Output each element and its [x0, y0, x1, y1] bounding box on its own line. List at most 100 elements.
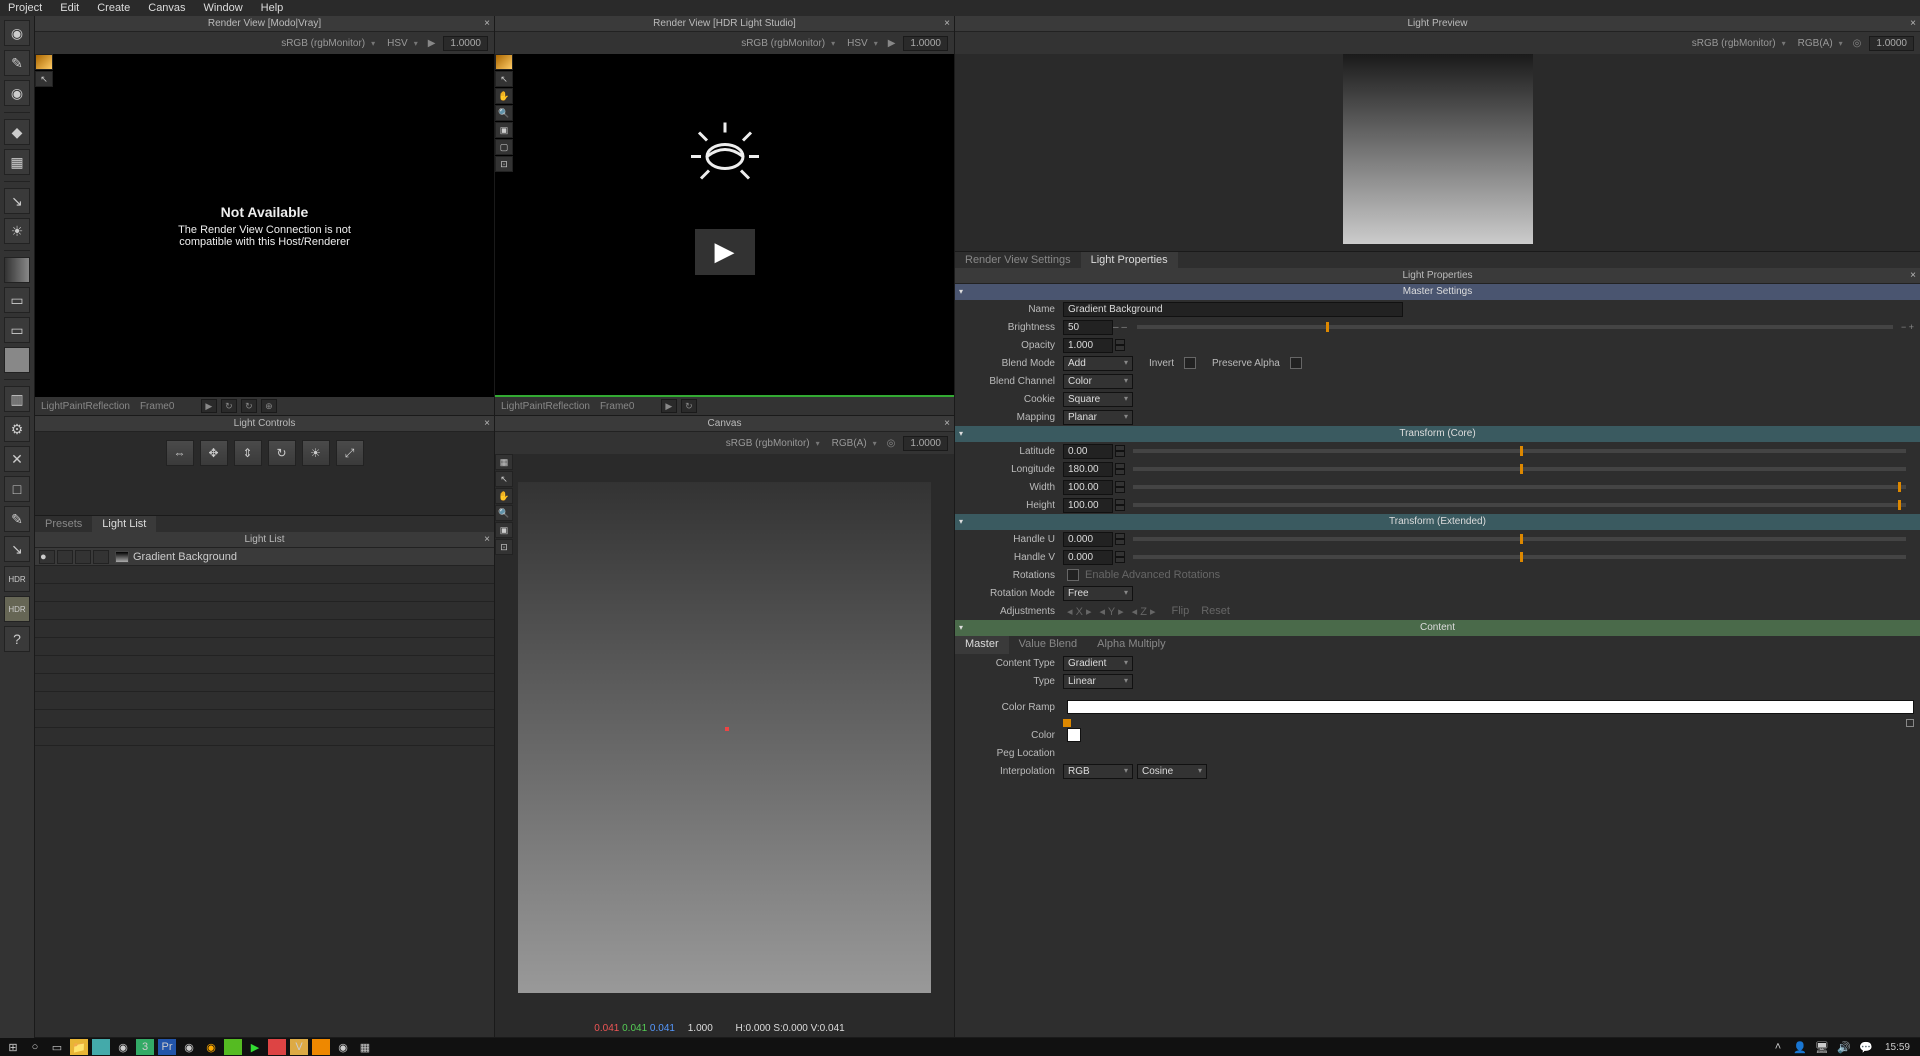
- start-icon[interactable]: ⊞: [4, 1039, 22, 1055]
- tool-arrow-icon[interactable]: ↘: [4, 536, 30, 562]
- tool-square-icon[interactable]: □: [4, 476, 30, 502]
- tool-close-icon[interactable]: ✕: [4, 446, 30, 472]
- frame-field[interactable]: 0: [629, 401, 659, 412]
- viewtool-fit-icon[interactable]: ▣: [495, 122, 513, 138]
- tab-alpha-multiply[interactable]: Alpha Multiply: [1087, 636, 1175, 654]
- close-icon[interactable]: ×: [944, 416, 950, 432]
- play-icon[interactable]: ▶: [201, 399, 217, 413]
- tool-help-icon[interactable]: ?: [4, 626, 30, 652]
- app9-icon[interactable]: V: [290, 1039, 308, 1055]
- advrot-checkbox[interactable]: [1067, 569, 1079, 581]
- close-icon[interactable]: ×: [484, 532, 490, 548]
- lc-rotate-icon[interactable]: ↻: [268, 440, 296, 466]
- refresh-icon[interactable]: ↻: [221, 399, 237, 413]
- exposure-field[interactable]: 1.0000: [1869, 36, 1914, 51]
- app11-icon[interactable]: ◉: [334, 1039, 352, 1055]
- light-list-row[interactable]: ● Gradient Background: [35, 548, 494, 566]
- menu-window[interactable]: Window: [204, 2, 243, 14]
- preservealpha-checkbox[interactable]: [1290, 357, 1302, 369]
- expand-icon[interactable]: ⊕: [261, 399, 277, 413]
- tool-hdr-button[interactable]: HDR: [4, 566, 30, 592]
- ll-vis-icon[interactable]: ●: [39, 550, 55, 564]
- close-icon[interactable]: ×: [1910, 16, 1916, 32]
- name-field[interactable]: Gradient Background: [1063, 302, 1403, 317]
- mode-dropdown[interactable]: HSV: [387, 38, 418, 49]
- mapping-dropdown[interactable]: Planar: [1063, 410, 1133, 425]
- tool-brush-icon[interactable]: ✎: [4, 50, 30, 76]
- tab-light-properties[interactable]: Light Properties: [1081, 252, 1178, 268]
- tool-picker-icon[interactable]: ↘: [4, 188, 30, 214]
- viewtool-hand-icon[interactable]: ✋: [495, 88, 513, 104]
- ctool-fit-icon[interactable]: ▣: [495, 522, 513, 538]
- menu-edit[interactable]: Edit: [60, 2, 79, 14]
- brightness-field[interactable]: 50: [1063, 320, 1113, 335]
- width-field[interactable]: 100.00: [1063, 480, 1113, 495]
- reflection-dropdown[interactable]: Reflection: [545, 401, 589, 412]
- tray-up-icon[interactable]: ˄: [1769, 1039, 1787, 1055]
- exposure-field[interactable]: 1.0000: [903, 436, 948, 451]
- tab-lightlist[interactable]: Light List: [92, 516, 156, 532]
- app12-icon[interactable]: ▦: [356, 1039, 374, 1055]
- latitude-field[interactable]: 0.00: [1063, 444, 1113, 459]
- lc-move2-icon[interactable]: ✥: [200, 440, 228, 466]
- blendmode-dropdown[interactable]: Add: [1063, 356, 1133, 371]
- close-icon[interactable]: ×: [484, 16, 490, 32]
- canvas-viewport[interactable]: [518, 482, 931, 992]
- tab-render-settings[interactable]: Render View Settings: [955, 252, 1081, 268]
- ctool-grid-icon[interactable]: ▦: [495, 454, 513, 470]
- reflection-dropdown[interactable]: Reflection: [85, 401, 129, 412]
- menu-canvas[interactable]: Canvas: [148, 2, 185, 14]
- viewtool-zoom-icon[interactable]: 🔍: [495, 105, 513, 121]
- channels-dropdown[interactable]: RGB(A): [1798, 38, 1843, 49]
- width-slider[interactable]: [1133, 485, 1906, 489]
- longitude-field[interactable]: 180.00: [1063, 462, 1113, 477]
- ll-cell[interactable]: [93, 550, 109, 564]
- play-icon[interactable]: ▶: [888, 38, 896, 49]
- color-swatch[interactable]: [1067, 728, 1081, 742]
- tab-value-blend[interactable]: Value Blend: [1009, 636, 1088, 654]
- app1-icon[interactable]: [92, 1039, 110, 1055]
- viewtool-100-icon[interactable]: ▢: [495, 139, 513, 155]
- exposure-field[interactable]: 1.0000: [443, 36, 488, 51]
- colorramp-widget[interactable]: [1067, 700, 1914, 714]
- colorspace-dropdown[interactable]: sRGB (rgbMonitor): [741, 38, 835, 49]
- type-dropdown[interactable]: Linear: [1063, 674, 1133, 689]
- handleu-field[interactable]: 0.000: [1063, 532, 1113, 547]
- app8-icon[interactable]: [268, 1039, 286, 1055]
- close-icon[interactable]: ×: [484, 416, 490, 432]
- lc-expand-icon[interactable]: ⤢: [336, 440, 364, 466]
- app6-icon[interactable]: [224, 1039, 242, 1055]
- tool-bucket-icon[interactable]: ◆: [4, 119, 30, 145]
- app2-icon[interactable]: 3: [136, 1039, 154, 1055]
- tool-panel1-icon[interactable]: ▭: [4, 287, 30, 313]
- tool-gradient1-icon[interactable]: [4, 257, 30, 283]
- play-icon[interactable]: ▶: [428, 38, 436, 49]
- tray-volume-icon[interactable]: 🔊: [1835, 1039, 1853, 1055]
- lc-move1-icon[interactable]: ⇔: [166, 440, 194, 466]
- exposure-field[interactable]: 1.0000: [903, 36, 948, 51]
- explorer-icon[interactable]: 📁: [70, 1039, 88, 1055]
- target-icon[interactable]: ◎: [1853, 38, 1862, 49]
- tray-action-icon[interactable]: 💬: [1857, 1039, 1875, 1055]
- play-icon[interactable]: ▶: [661, 399, 677, 413]
- ctool-hand-icon[interactable]: ✋: [495, 488, 513, 504]
- lc-move3-icon[interactable]: ⇕: [234, 440, 262, 466]
- tool-pen-icon[interactable]: ✎: [4, 506, 30, 532]
- mode-dropdown[interactable]: HSV: [847, 38, 878, 49]
- refresh2-icon[interactable]: ↻: [241, 399, 257, 413]
- spin-down[interactable]: [1115, 345, 1125, 351]
- target-icon[interactable]: ◎: [887, 438, 896, 449]
- tool-sphere2-icon[interactable]: ◉: [4, 80, 30, 106]
- colorspace-dropdown[interactable]: sRGB (rgbMonitor): [281, 38, 375, 49]
- ctool-box-icon[interactable]: ⊡: [495, 539, 513, 555]
- section-transform-ext[interactable]: Transform (Extended): [955, 514, 1920, 530]
- menu-project[interactable]: Project: [8, 2, 42, 14]
- tool-checker-icon[interactable]: ▦: [4, 149, 30, 175]
- viewtool-crop-icon[interactable]: ⊡: [495, 156, 513, 172]
- handlev-field[interactable]: 0.000: [1063, 550, 1113, 565]
- viewtool-pointer-icon[interactable]: ↖: [35, 71, 53, 87]
- clock[interactable]: 15:59: [1885, 1042, 1910, 1053]
- taskview-icon[interactable]: ▭: [48, 1039, 66, 1055]
- cortana-icon[interactable]: ○: [26, 1039, 44, 1055]
- tray-people-icon[interactable]: 👤: [1791, 1039, 1809, 1055]
